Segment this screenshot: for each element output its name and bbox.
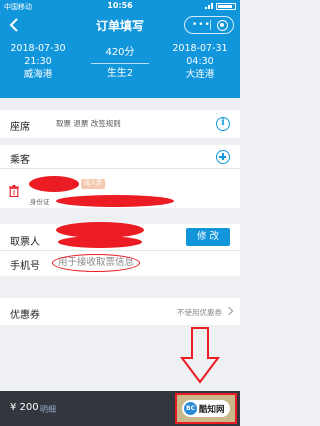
ticket-type-tag: 成人票 (81, 179, 105, 189)
watermark-logo: BC 酷知网 (182, 400, 230, 417)
arrival-station: 大连港 (185, 69, 215, 80)
delete-passenger-icon[interactable] (9, 185, 19, 197)
chevron-right-icon (224, 306, 234, 316)
arrival-date: 2018-07-31 (172, 43, 228, 54)
journey-line (91, 63, 149, 64)
arrival-time: 04:30 (186, 56, 214, 67)
pickup-section: 取票人 修 改 手机号 用于接收取票信息 (0, 222, 240, 276)
capsule-divider (210, 20, 211, 30)
departure-time: 21:30 (24, 56, 52, 67)
nav-bar: 订单填写 ••• (0, 13, 240, 37)
coupon-row[interactable]: 优惠券 不使用优惠券 (0, 298, 240, 325)
submit-button[interactable]: BC 酷知网 (175, 393, 237, 424)
price-details-link[interactable]: 明细 (40, 404, 56, 415)
pickup-id-redaction (58, 236, 142, 248)
id-type-label: 身份证 (30, 198, 50, 206)
annotation-down-arrow (180, 327, 220, 384)
divider (0, 250, 240, 251)
coupon-label: 优惠券 (10, 310, 40, 321)
ticket-rules-link[interactable]: 取票 退票 改签规则 (56, 118, 121, 129)
annotation-ellipse (52, 254, 140, 272)
total-price: ¥ 200 (10, 402, 39, 413)
passenger-name-redaction (29, 176, 79, 192)
more-icon[interactable]: ••• (192, 21, 211, 30)
info-icon[interactable]: i (216, 117, 230, 131)
header: 中国移动 10:56 订单填写 ••• 2018-07-30 21:30 威海港… (0, 0, 240, 98)
clock: 10:56 (107, 1, 133, 10)
passenger-section: 乘客 成人票 身份证 (0, 145, 240, 208)
mini-program-capsule: ••• (184, 16, 234, 34)
brand-text: 酷知网 (199, 405, 225, 415)
pickup-person-label: 取票人 (10, 237, 40, 248)
signal-icon (205, 3, 213, 9)
passenger-label: 乘客 (10, 155, 30, 166)
seat-row[interactable]: 座席 取票 退票 改签规则 i (0, 110, 240, 138)
journey-info: 420分 生生2 (85, 42, 155, 80)
id-number-redaction (56, 195, 174, 207)
add-passenger-icon[interactable] (216, 150, 230, 164)
status-bar: 中国移动 10:56 (0, 0, 240, 12)
departure-station: 威海港 (23, 69, 53, 80)
seat-label: 座席 (10, 122, 30, 133)
duration: 420分 (105, 47, 135, 58)
trip-summary: 2018-07-30 21:30 威海港 420分 生生2 2018-07-31… (0, 42, 240, 92)
brand-mark: BC (184, 402, 197, 415)
departure-info: 2018-07-30 21:30 威海港 (10, 42, 66, 81)
vessel-name: 生生2 (106, 68, 134, 79)
coupon-value: 不使用优惠券 (177, 308, 222, 317)
modify-button[interactable]: 修 改 (186, 228, 230, 246)
phone-label: 手机号 (10, 261, 40, 272)
departure-date: 2018-07-30 (10, 43, 66, 54)
arrival-info: 2018-07-31 04:30 大连港 (172, 42, 228, 81)
close-mini-program-icon[interactable] (217, 20, 228, 31)
divider (0, 168, 240, 169)
battery-icon (216, 3, 236, 10)
